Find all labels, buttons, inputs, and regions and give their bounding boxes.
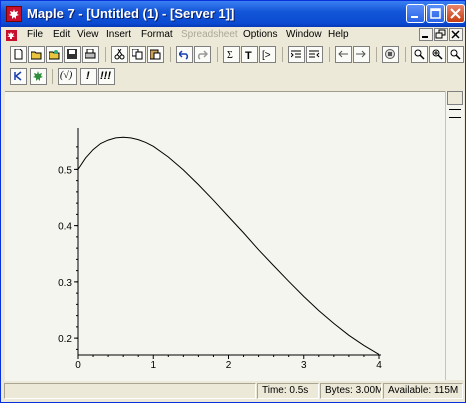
cut-icon[interactable] — [111, 46, 128, 63]
paste-icon[interactable] — [147, 46, 164, 63]
insert-text-icon[interactable]: T — [241, 46, 258, 63]
menu-insert[interactable]: Insert — [106, 29, 131, 40]
title-bar[interactable]: Maple 7 - [Untitled (1) - [Server 1]] — [1, 1, 465, 27]
doc-menu-icon[interactable] — [5, 29, 19, 42]
status-bytes: Bytes: 3.00M — [320, 383, 382, 399]
vertical-scrollbar[interactable] — [445, 91, 464, 380]
outdent-icon[interactable] — [306, 46, 323, 63]
open-url-icon[interactable] — [46, 46, 63, 63]
status-time: Time: 0.5s — [257, 383, 319, 399]
scroll-up-arrow[interactable] — [447, 91, 463, 105]
y-tick-label: 0.3 — [58, 278, 72, 289]
maple-window: Maple 7 - [Untitled (1) - [Server 1]] Fi… — [0, 0, 466, 403]
close-button[interactable] — [446, 4, 465, 23]
insert-prompt-icon[interactable]: [> — [259, 46, 276, 63]
status-message — [4, 383, 256, 399]
window-title: Maple 7 - [Untitled (1) - [Server 1]] — [27, 6, 235, 21]
status-bar: Time: 0.5s Bytes: 3.00M Available: 115M — [1, 381, 465, 402]
back-arrow-icon[interactable] — [335, 46, 352, 63]
menu-window[interactable]: Window — [286, 29, 322, 40]
status-available: Available: 115M — [383, 383, 463, 399]
execute-all-button[interactable]: !!! — [98, 68, 115, 85]
x-tick-label: 2 — [226, 360, 232, 371]
maple-leaf-icon — [6, 6, 22, 22]
maple-leaf-toolbar-icon[interactable] — [30, 68, 47, 85]
insert-math-icon[interactable]: Σ — [223, 46, 240, 63]
zoom-out-icon[interactable] — [411, 46, 428, 63]
menu-options[interactable]: Options — [243, 29, 277, 40]
new-file-icon[interactable] — [10, 46, 27, 63]
doc-minimize-button[interactable] — [419, 28, 433, 41]
maximize-button[interactable] — [426, 4, 445, 23]
x-tick-label: 0 — [75, 360, 81, 371]
redo-icon[interactable] — [194, 46, 211, 63]
menu-file[interactable]: File — [27, 29, 43, 40]
sqrt-label: (√) — [60, 70, 73, 81]
open-folder-icon[interactable] — [28, 46, 45, 63]
plot-chart: 0 1 2 3 4 0.2 0.3 0.4 0.5 — [58, 128, 382, 371]
menu-format[interactable]: Format — [141, 29, 173, 40]
menu-help[interactable]: Help — [328, 29, 349, 40]
x-tick-label: 4 — [376, 360, 382, 371]
svg-text:[>: [> — [262, 50, 271, 60]
stop-icon[interactable] — [382, 46, 399, 63]
y-tick-label: 0.5 — [58, 165, 72, 176]
sqrt-button[interactable]: (√) — [58, 68, 77, 85]
y-tick-label: 0.2 — [58, 334, 72, 345]
x-tick-label: 3 — [301, 360, 307, 371]
print-icon[interactable] — [82, 46, 99, 63]
input-mode-icon[interactable] — [10, 68, 27, 85]
menu-edit[interactable]: Edit — [53, 29, 70, 40]
doc-restore-button[interactable] — [434, 28, 448, 41]
minimize-button[interactable] — [406, 4, 425, 23]
menu-spreadsheet[interactable]: Spreadsheet — [181, 29, 238, 40]
scroll-thumb[interactable] — [449, 109, 461, 118]
copy-icon[interactable] — [129, 46, 146, 63]
zoom-fit-icon[interactable] — [447, 46, 464, 63]
execute-all-label: !!! — [100, 70, 111, 82]
forward-arrow-icon[interactable] — [353, 46, 370, 63]
svg-text:T: T — [245, 50, 252, 60]
menu-bar: File Edit View Insert Format Spreadsheet… — [1, 27, 465, 44]
worksheet-area[interactable]: 0 1 2 3 4 0.2 0.3 0.4 0.5 — [5, 91, 445, 381]
series-line — [77, 136, 380, 355]
context-toolbar: (√) ! !!! — [1, 66, 465, 88]
x-tick-label: 1 — [150, 360, 156, 371]
undo-icon[interactable] — [176, 46, 193, 63]
doc-close-button[interactable] — [449, 28, 463, 41]
svg-text:Σ: Σ — [227, 50, 233, 60]
execute-button[interactable]: ! — [80, 68, 97, 85]
zoom-in-icon[interactable] — [429, 46, 446, 63]
menu-view[interactable]: View — [77, 29, 99, 40]
save-icon[interactable] — [64, 46, 81, 63]
indent-icon[interactable] — [288, 46, 305, 63]
y-tick-label: 0.4 — [58, 222, 72, 233]
execute-label: ! — [86, 70, 90, 82]
main-toolbar: Σ T [> — [1, 44, 465, 66]
